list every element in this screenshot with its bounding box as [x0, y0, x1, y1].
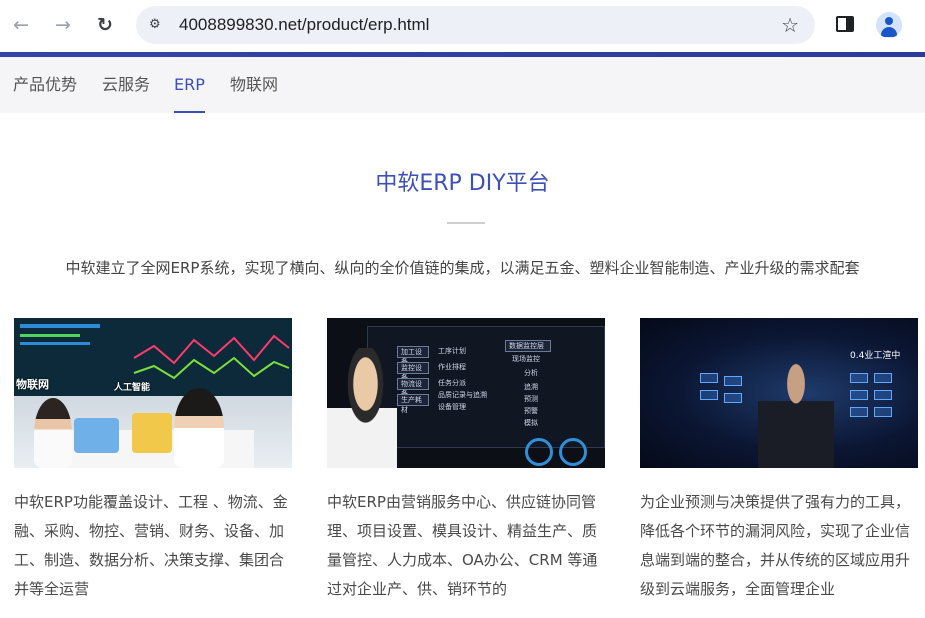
feature-card: 0.4业工渲中 为企业预测与决策提供了强有力的工具，降低各个环节的漏洞风险，实现…: [640, 318, 918, 618]
image-label: 追溯: [524, 383, 538, 391]
browser-toolbar: ← → ↻ ⚙ 4008899830.net/product/erp.html …: [0, 0, 925, 52]
image-label-ai: 人工智能: [114, 383, 151, 393]
image-label: 监控设备: [397, 362, 429, 382]
image-label: 预警: [524, 407, 538, 415]
image-label: 加工设备: [397, 346, 429, 366]
image-label: 品质记录与追溯: [438, 391, 487, 399]
page-title: 中软ERP DIY平台: [375, 171, 550, 196]
feature-card: 物联网 人工智能 中软ERP功能覆盖设计、工程 、物流、金融、采购、物控、营销、…: [14, 318, 292, 618]
bookmark-star-icon[interactable]: ☆: [781, 13, 799, 37]
profile-icon[interactable]: [876, 12, 902, 38]
reload-icon[interactable]: ↻: [91, 11, 119, 39]
title-divider: [447, 222, 485, 224]
image-label: 任务分派: [438, 379, 466, 387]
card-description: 为企业预测与决策提供了强有力的工具，降低各个环节的漏洞风险，实现了企业信息端到端…: [640, 493, 911, 598]
image-label-iot: 物联网: [16, 378, 49, 391]
image-label: 生产耗材: [397, 394, 429, 414]
back-arrow-icon[interactable]: ←: [7, 11, 35, 39]
address-bar[interactable]: ⚙ 4008899830.net/product/erp.html ☆: [136, 6, 815, 44]
page-subtitle: 中软建立了全网ERP系统，实现了横向、纵向的全价值链的集成，以满足五金、塑料企业…: [65, 259, 860, 277]
image-label: 作业排程: [438, 363, 466, 371]
side-panel-icon[interactable]: [836, 16, 854, 32]
image-label: 数据监控层: [505, 340, 551, 352]
tab-iot[interactable]: 物联网: [230, 57, 278, 113]
hologram-illustration: 0.4业工渲中: [640, 318, 918, 468]
card-description: 中软ERP功能覆盖设计、工程 、物流、金融、采购、物控、营销、财务、设备、加工、…: [14, 493, 288, 598]
image-label: 分析: [524, 369, 538, 377]
image-label: 预测: [524, 395, 538, 403]
image-label: 现场监控: [512, 355, 540, 363]
office-illustration: 物联网 人工智能: [14, 318, 292, 468]
feature-card: 加工设备 工序计划 监控设备 作业排程 物流设备 任务分派 生产耗材 品质记录与…: [327, 318, 605, 618]
image-label: 设备管理: [438, 403, 466, 411]
image-label: 工序计划: [438, 347, 466, 355]
tab-cloud-service[interactable]: 云服务: [102, 57, 150, 113]
image-label: 物流设备: [397, 378, 429, 398]
card-description: 中软ERP由营销服务中心、供应链协同管理、项目设置、模具设计、精益生产、质量管控…: [327, 493, 598, 598]
site-info-icon[interactable]: ⚙: [149, 17, 165, 33]
tab-erp[interactable]: ERP: [174, 57, 205, 113]
product-tabbar: 产品优势 云服务 ERP 物联网: [0, 57, 925, 113]
image-label: 0.4业工渲中: [850, 351, 901, 361]
image-label: 模拟: [524, 419, 538, 427]
forward-arrow-icon[interactable]: →: [49, 11, 77, 39]
dashboard-illustration: 加工设备 工序计划 监控设备 作业排程 物流设备 任务分派 生产耗材 品质记录与…: [327, 318, 605, 468]
tab-product-advantage[interactable]: 产品优势: [13, 57, 77, 113]
url-text[interactable]: 4008899830.net/product/erp.html: [179, 6, 429, 44]
